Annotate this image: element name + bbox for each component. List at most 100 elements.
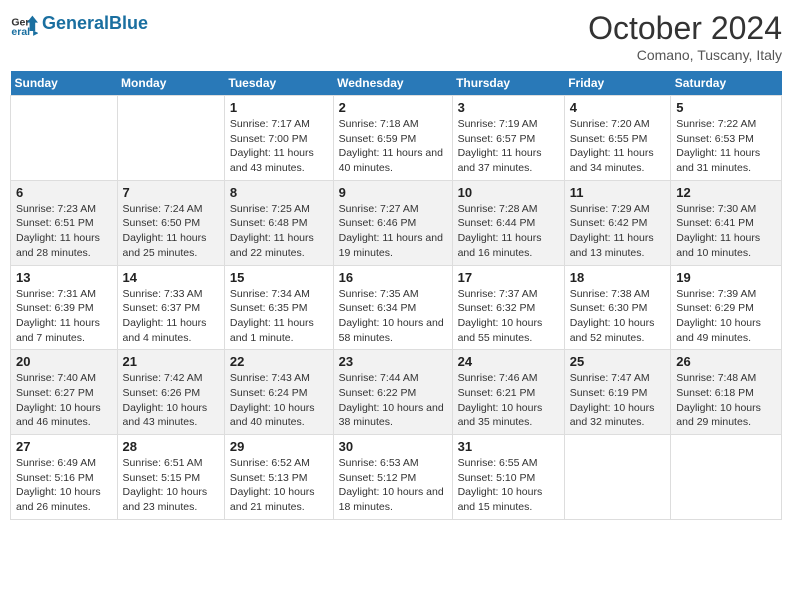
calendar-cell: 8 Sunrise: 7:25 AMSunset: 6:48 PMDaylight…	[224, 180, 333, 265]
day-info: Sunrise: 7:25 AMSunset: 6:48 PMDaylight:…	[230, 202, 328, 261]
calendar-cell: 14Sunrise: 7:33 AMSunset: 6:37 PMDayligh…	[117, 265, 224, 350]
day-info: Sunrise: 7:28 AMSunset: 6:44 PMDaylight:…	[458, 202, 559, 261]
day-number: 24	[458, 354, 559, 369]
svg-text:▶: ▶	[33, 30, 38, 37]
day-info: Sunrise: 7:44 AMSunset: 6:22 PMDaylight:…	[339, 371, 447, 430]
calendar-cell: 6 Sunrise: 7:23 AMSunset: 6:51 PMDaylight…	[11, 180, 118, 265]
calendar-cell: 7Sunrise: 7:24 AMSunset: 6:50 PMDaylight…	[117, 180, 224, 265]
calendar-cell: 3 Sunrise: 7:19 AMSunset: 6:57 PMDaylight…	[452, 96, 564, 181]
day-number: 27	[16, 439, 112, 454]
calendar-cell: 25Sunrise: 7:47 AMSunset: 6:19 PMDayligh…	[564, 350, 671, 435]
calendar-week-row: 20Sunrise: 7:40 AMSunset: 6:27 PMDayligh…	[11, 350, 782, 435]
calendar-week-row: 1Sunrise: 7:17 AMSunset: 7:00 PMDaylight…	[11, 96, 782, 181]
calendar-cell: 19 Sunrise: 7:39 AMSunset: 6:29 PMDayligh…	[671, 265, 782, 350]
day-number: 31	[458, 439, 559, 454]
day-number: 29	[230, 439, 328, 454]
calendar-cell: 12 Sunrise: 7:30 AMSunset: 6:41 PMDayligh…	[671, 180, 782, 265]
logo-text: GeneralBlue	[42, 14, 148, 34]
svg-text:eral: eral	[11, 26, 30, 38]
col-header-friday: Friday	[564, 71, 671, 96]
day-info: Sunrise: 6:55 AMSunset: 5:10 PMDaylight:…	[458, 456, 559, 515]
day-number: 14	[123, 270, 219, 285]
day-info: Sunrise: 7:35 AMSunset: 6:34 PMDaylight:…	[339, 287, 447, 346]
day-info: Sunrise: 7:42 AMSunset: 6:26 PMDaylight:…	[123, 371, 219, 430]
day-info: Sunrise: 7:19 AMSunset: 6:57 PMDaylight:…	[458, 117, 559, 176]
calendar-table: SundayMondayTuesdayWednesdayThursdayFrid…	[10, 71, 782, 520]
calendar-cell: 28 Sunrise: 6:51 AMSunset: 5:15 PMDayligh…	[117, 435, 224, 520]
day-info: Sunrise: 7:48 AMSunset: 6:18 PMDaylight:…	[676, 371, 776, 430]
day-number: 28	[123, 439, 219, 454]
day-info: Sunrise: 6:52 AMSunset: 5:13 PMDaylight:…	[230, 456, 328, 515]
calendar-cell: 24Sunrise: 7:46 AMSunset: 6:21 PMDayligh…	[452, 350, 564, 435]
day-info: Sunrise: 7:37 AMSunset: 6:32 PMDaylight:…	[458, 287, 559, 346]
col-header-thursday: Thursday	[452, 71, 564, 96]
day-number: 22	[230, 354, 328, 369]
day-number: 2	[339, 100, 447, 115]
calendar-cell: 27 Sunrise: 6:49 AMSunset: 5:16 PMDayligh…	[11, 435, 118, 520]
day-number: 25	[570, 354, 666, 369]
day-info: Sunrise: 7:23 AMSunset: 6:51 PMDaylight:…	[16, 202, 112, 261]
calendar-cell: 1Sunrise: 7:17 AMSunset: 7:00 PMDaylight…	[224, 96, 333, 181]
day-info: Sunrise: 7:22 AMSunset: 6:53 PMDaylight:…	[676, 117, 776, 176]
day-info: Sunrise: 7:27 AMSunset: 6:46 PMDaylight:…	[339, 202, 447, 261]
day-number: 10	[458, 185, 559, 200]
calendar-cell: 2 Sunrise: 7:18 AMSunset: 6:59 PMDaylight…	[333, 96, 452, 181]
day-info: Sunrise: 7:39 AMSunset: 6:29 PMDaylight:…	[676, 287, 776, 346]
logo-blue: Blue	[109, 13, 148, 33]
calendar-week-row: 27 Sunrise: 6:49 AMSunset: 5:16 PMDayligh…	[11, 435, 782, 520]
day-number: 6	[16, 185, 112, 200]
calendar-cell: 18Sunrise: 7:38 AMSunset: 6:30 PMDayligh…	[564, 265, 671, 350]
day-info: Sunrise: 7:18 AMSunset: 6:59 PMDaylight:…	[339, 117, 447, 176]
day-number: 19	[676, 270, 776, 285]
day-number: 9	[339, 185, 447, 200]
calendar-cell: 23 Sunrise: 7:44 AMSunset: 6:22 PMDayligh…	[333, 350, 452, 435]
calendar-cell: 31 Sunrise: 6:55 AMSunset: 5:10 PMDayligh…	[452, 435, 564, 520]
day-number: 26	[676, 354, 776, 369]
day-number: 17	[458, 270, 559, 285]
calendar-cell: 11Sunrise: 7:29 AMSunset: 6:42 PMDayligh…	[564, 180, 671, 265]
day-info: Sunrise: 7:30 AMSunset: 6:41 PMDaylight:…	[676, 202, 776, 261]
calendar-cell	[117, 96, 224, 181]
calendar-cell: 20Sunrise: 7:40 AMSunset: 6:27 PMDayligh…	[11, 350, 118, 435]
day-number: 4	[570, 100, 666, 115]
day-info: Sunrise: 7:31 AMSunset: 6:39 PMDaylight:…	[16, 287, 112, 346]
day-number: 12	[676, 185, 776, 200]
calendar-cell: 22 Sunrise: 7:43 AMSunset: 6:24 PMDayligh…	[224, 350, 333, 435]
day-info: Sunrise: 7:43 AMSunset: 6:24 PMDaylight:…	[230, 371, 328, 430]
calendar-cell: 15 Sunrise: 7:34 AMSunset: 6:35 PMDayligh…	[224, 265, 333, 350]
day-info: Sunrise: 7:38 AMSunset: 6:30 PMDaylight:…	[570, 287, 666, 346]
day-number: 11	[570, 185, 666, 200]
month-year-title: October 2024	[588, 10, 782, 47]
day-info: Sunrise: 6:51 AMSunset: 5:15 PMDaylight:…	[123, 456, 219, 515]
title-block: October 2024 Comano, Tuscany, Italy	[588, 10, 782, 63]
calendar-cell: 4 Sunrise: 7:20 AMSunset: 6:55 PMDaylight…	[564, 96, 671, 181]
day-info: Sunrise: 7:20 AMSunset: 6:55 PMDaylight:…	[570, 117, 666, 176]
day-number: 15	[230, 270, 328, 285]
day-number: 7	[123, 185, 219, 200]
day-number: 21	[123, 354, 219, 369]
calendar-cell: 26 Sunrise: 7:48 AMSunset: 6:18 PMDayligh…	[671, 350, 782, 435]
col-header-monday: Monday	[117, 71, 224, 96]
day-number: 5	[676, 100, 776, 115]
logo: Gen eral ▶ GeneralBlue	[10, 10, 148, 38]
calendar-cell	[11, 96, 118, 181]
col-header-wednesday: Wednesday	[333, 71, 452, 96]
calendar-cell: 13Sunrise: 7:31 AMSunset: 6:39 PMDayligh…	[11, 265, 118, 350]
day-number: 1	[230, 100, 328, 115]
col-header-tuesday: Tuesday	[224, 71, 333, 96]
calendar-cell	[564, 435, 671, 520]
logo-icon: Gen eral ▶	[10, 10, 38, 38]
day-number: 23	[339, 354, 447, 369]
day-number: 8	[230, 185, 328, 200]
logo-general: General	[42, 13, 109, 33]
day-info: Sunrise: 6:49 AMSunset: 5:16 PMDaylight:…	[16, 456, 112, 515]
day-number: 3	[458, 100, 559, 115]
calendar-cell: 21 Sunrise: 7:42 AMSunset: 6:26 PMDayligh…	[117, 350, 224, 435]
day-info: Sunrise: 7:34 AMSunset: 6:35 PMDaylight:…	[230, 287, 328, 346]
col-header-sunday: Sunday	[11, 71, 118, 96]
calendar-week-row: 6 Sunrise: 7:23 AMSunset: 6:51 PMDaylight…	[11, 180, 782, 265]
calendar-header-row: SundayMondayTuesdayWednesdayThursdayFrid…	[11, 71, 782, 96]
col-header-saturday: Saturday	[671, 71, 782, 96]
calendar-week-row: 13Sunrise: 7:31 AMSunset: 6:39 PMDayligh…	[11, 265, 782, 350]
calendar-cell: 10 Sunrise: 7:28 AMSunset: 6:44 PMDayligh…	[452, 180, 564, 265]
